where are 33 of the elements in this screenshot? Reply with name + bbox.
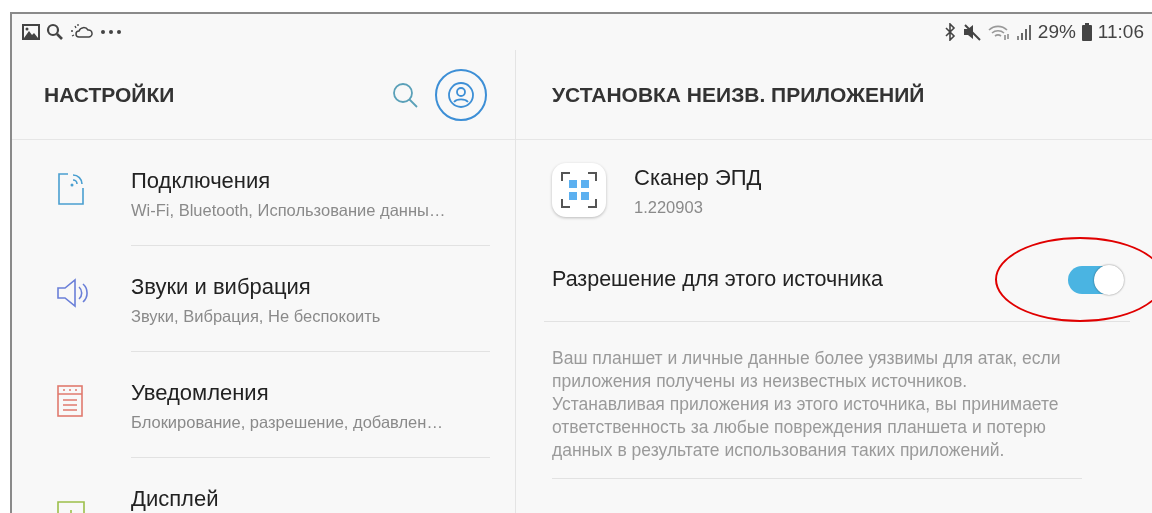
battery-icon <box>1081 23 1092 41</box>
cloud-icon <box>70 23 94 41</box>
app-version: 1.220903 <box>634 197 704 217</box>
pane-title: УСТАНОВКА НЕИЗВ. ПРИЛОЖЕНИЙ <box>552 82 925 107</box>
qr-scanner-app-icon <box>552 163 606 217</box>
mute-icon <box>961 23 982 41</box>
wifi-icon <box>987 24 1010 40</box>
menu-item-subtitle: Звуки, Вибрация, Не беспокоить <box>131 306 382 327</box>
permission-switch[interactable] <box>1068 265 1122 294</box>
menu-item-subtitle: Wi-Fi, Bluetooth, Использование данны… <box>131 200 447 221</box>
menu-item-title[interactable]: Подключения <box>131 167 490 195</box>
clock-time: 11:06 <box>1097 21 1144 43</box>
gallery-icon <box>22 24 40 40</box>
bluetooth-icon <box>943 23 956 41</box>
account-button[interactable] <box>435 68 487 121</box>
notification-list-icon <box>56 384 84 418</box>
battery-percent: 29% <box>1037 21 1076 43</box>
warning-text: Ваш планшет и личные данные более уязвимы для атак, если приложения получены из неизвестных источников. Устанавливая приложения из этого источника, вы принимаете ответственность за любые повреждения планшета и потерю данных в результате использования таких приложений. <box>552 347 1082 479</box>
menu-item-title[interactable]: Дисплей <box>131 485 490 513</box>
search-icon <box>391 80 419 109</box>
more-icon <box>100 29 122 35</box>
menu-item-subtitle: Блокирование, разрешение, добавлен… <box>131 412 444 433</box>
signal-icon <box>1015 24 1032 40</box>
pane-title: НАСТРОЙКИ <box>44 82 176 107</box>
display-icon <box>56 500 86 513</box>
app-name: Сканер ЭПД <box>634 163 762 192</box>
person-icon <box>447 80 475 109</box>
speaker-icon <box>56 278 90 308</box>
permission-label: Разрешение для этого источника <box>552 267 883 292</box>
device-signal-icon <box>56 172 86 206</box>
menu-item-title[interactable]: Звуки и вибрация <box>131 273 490 301</box>
search-icon <box>46 23 64 41</box>
menu-item-title[interactable]: Уведомления <box>131 379 490 407</box>
